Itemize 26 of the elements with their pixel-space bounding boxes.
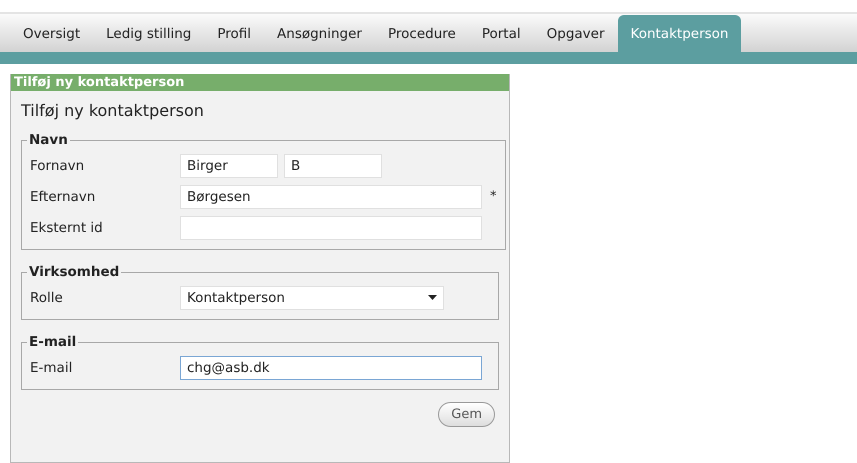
- fieldset-legend: E-mail: [27, 334, 78, 350]
- save-button[interactable]: Gem: [438, 402, 495, 427]
- tab[interactable]: Ledig stilling: [93, 16, 204, 52]
- tab[interactable]: Ansøgninger: [264, 16, 375, 52]
- tab[interactable]: Opgaver: [534, 16, 618, 52]
- tab[interactable]: Procedure: [374, 16, 469, 52]
- field-label: Efternavn: [30, 188, 96, 204]
- field-label: Rolle: [30, 290, 64, 306]
- text-field[interactable]: Birger: [180, 154, 278, 178]
- required-mark: *: [490, 189, 496, 204]
- tab[interactable]: Portal: [468, 16, 534, 52]
- field-label: Eksternt id: [30, 220, 104, 236]
- text-field[interactable]: chg@asb.dk: [180, 356, 482, 380]
- fieldset-legend: Navn: [27, 132, 70, 148]
- field-label: E-mail: [30, 360, 74, 376]
- dropdown[interactable]: Kontaktperson: [180, 286, 444, 310]
- tab[interactable]: Profil: [204, 16, 264, 52]
- panel-header: Tilføj ny kontaktperson: [11, 74, 509, 91]
- text-field[interactable]: Børgesen: [180, 184, 482, 208]
- text-field[interactable]: [180, 216, 482, 240]
- fieldset-legend: Virksomhed: [27, 264, 122, 280]
- field-label: Fornavn: [30, 158, 86, 174]
- form-title: Tilføj ny kontaktperson: [21, 101, 205, 120]
- tab[interactable]: Oversigt: [10, 16, 94, 52]
- caret-icon: [428, 295, 437, 300]
- text-field[interactable]: B: [284, 154, 382, 178]
